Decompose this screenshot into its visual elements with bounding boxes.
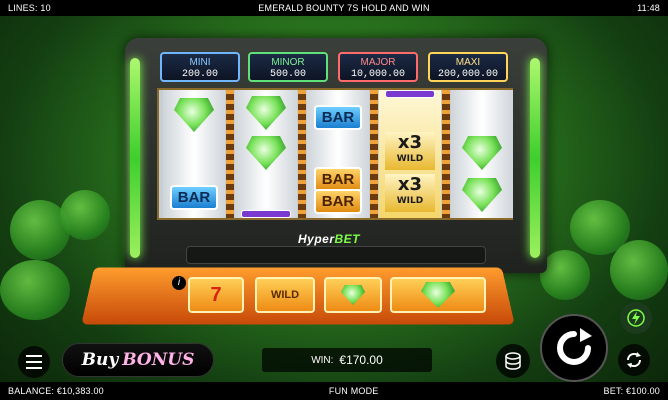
reel-symbol-wild-x3: x3 WILD [385,174,435,212]
menu-button[interactable] [18,346,50,378]
jackpot-minor-value: 500.00 [269,69,306,80]
emerald-icon [462,136,502,170]
reel-symbol-emerald [457,176,507,214]
spin-arrow-icon [557,328,592,365]
jackpot-mini-label: MINI [189,57,211,68]
jackpot-major-label: MAJOR [360,57,396,68]
jackpot-maxi-value: 200,000.00 [437,69,498,80]
reel-2 [235,90,297,218]
emerald-icon [246,96,286,130]
jackpot-major: MAJOR 10,000.00 [338,52,418,82]
left-side-light [130,58,140,258]
jackpot-maxi: MAXI 200,000.00 [428,52,508,82]
reel-separator [370,90,378,218]
lightning-icon [627,309,645,327]
reel-symbol-wild-x3: x3 WILD [385,132,435,170]
clover-decoration [610,240,668,300]
win-value: €170.00 [339,353,383,367]
bottom-status-bar: BALANCE: €10,383.00 FUN MODE BET: €100.0… [0,382,668,400]
coin-stack-button[interactable] [496,344,530,378]
hyperbet-logo: HyperBET [298,232,361,246]
wild-x3-icon: x3 WILD [385,174,435,212]
reel-separator [442,90,450,218]
feature-tile-gem [324,277,382,313]
hamburger-icon [26,355,42,369]
clover-decoration [0,260,70,320]
reel-symbol-bar-purple [241,210,291,218]
game-mode: FUN MODE [328,386,379,396]
reel-symbol-bar-purple [385,90,435,98]
emerald-icon [421,282,455,308]
info-button[interactable]: i [172,276,186,290]
bar-symbol: BAR [313,188,363,214]
feature-tile-gems [390,277,486,313]
coin-stack-icon [505,352,521,370]
clover-decoration [60,190,110,240]
jackpot-maxi-label: MAXI [455,57,481,68]
balance: BALANCE: €10,383.00 [8,386,104,396]
reel-symbol-bar-gold: BAR [313,182,363,220]
buy-label: Buy [81,350,119,370]
emerald-icon [341,285,365,305]
bar-symbol: BAR [313,104,363,130]
jackpot-minor-label: MINOR [271,57,305,68]
jackpot-mini-value: 200.00 [181,69,218,80]
reel-5 [451,90,513,218]
reel-symbol-emerald [241,134,291,172]
reel-symbol-emerald [241,94,291,132]
reel-3: BAR BAR BAR [307,90,369,218]
reels-area: BAR BAR BAR BAR x3 WILD x3 WILD [157,88,513,220]
reel-symbol-bar-blue: BAR [313,98,363,136]
autoplay-button[interactable] [618,344,650,376]
bet-amount: BET: €100.00 [603,386,660,396]
emerald-icon [246,136,286,170]
turbo-button[interactable] [620,302,652,334]
reel-separator [298,90,306,218]
bonus-label: BONUS [122,350,195,370]
jackpot-major-value: 10,000.00 [350,69,405,80]
buy-bonus-button[interactable]: Buy BONUS [62,343,214,377]
bar-symbol: BAR [169,184,219,210]
jackpot-mini: MINI 200.00 [160,52,240,82]
reel-symbol-bar-blue: BAR [169,178,219,216]
game-title: EMERALD BOUNTY 7S HOLD AND WIN [258,3,430,13]
reel-1: BAR [163,90,225,218]
win-label: WIN: [311,354,334,366]
feature-tile-wild: WILD [255,277,315,313]
autoplay-icon [626,352,642,368]
wild-x3-icon: x3 WILD [385,132,435,170]
spin-button[interactable] [540,314,608,382]
win-display: WIN: €170.00 [262,348,432,372]
emerald-icon [462,178,502,212]
feature-tile-seven: 7 [188,277,244,313]
right-side-light [530,58,540,258]
emerald-icon [174,98,214,132]
reel-separator [226,90,234,218]
feature-progress-bar [186,246,486,264]
lines-count: LINES: 10 [8,3,51,13]
reel-symbol-emerald [457,134,507,172]
top-status-bar: LINES: 10 EMERALD BOUNTY 7S HOLD AND WIN… [0,0,668,16]
reel-symbol-emerald [169,96,219,134]
jackpot-minor: MINOR 500.00 [248,52,328,82]
reel-4: x3 WILD x3 WILD [379,90,441,218]
clock: 11:48 [637,3,660,13]
clover-decoration [540,250,590,300]
